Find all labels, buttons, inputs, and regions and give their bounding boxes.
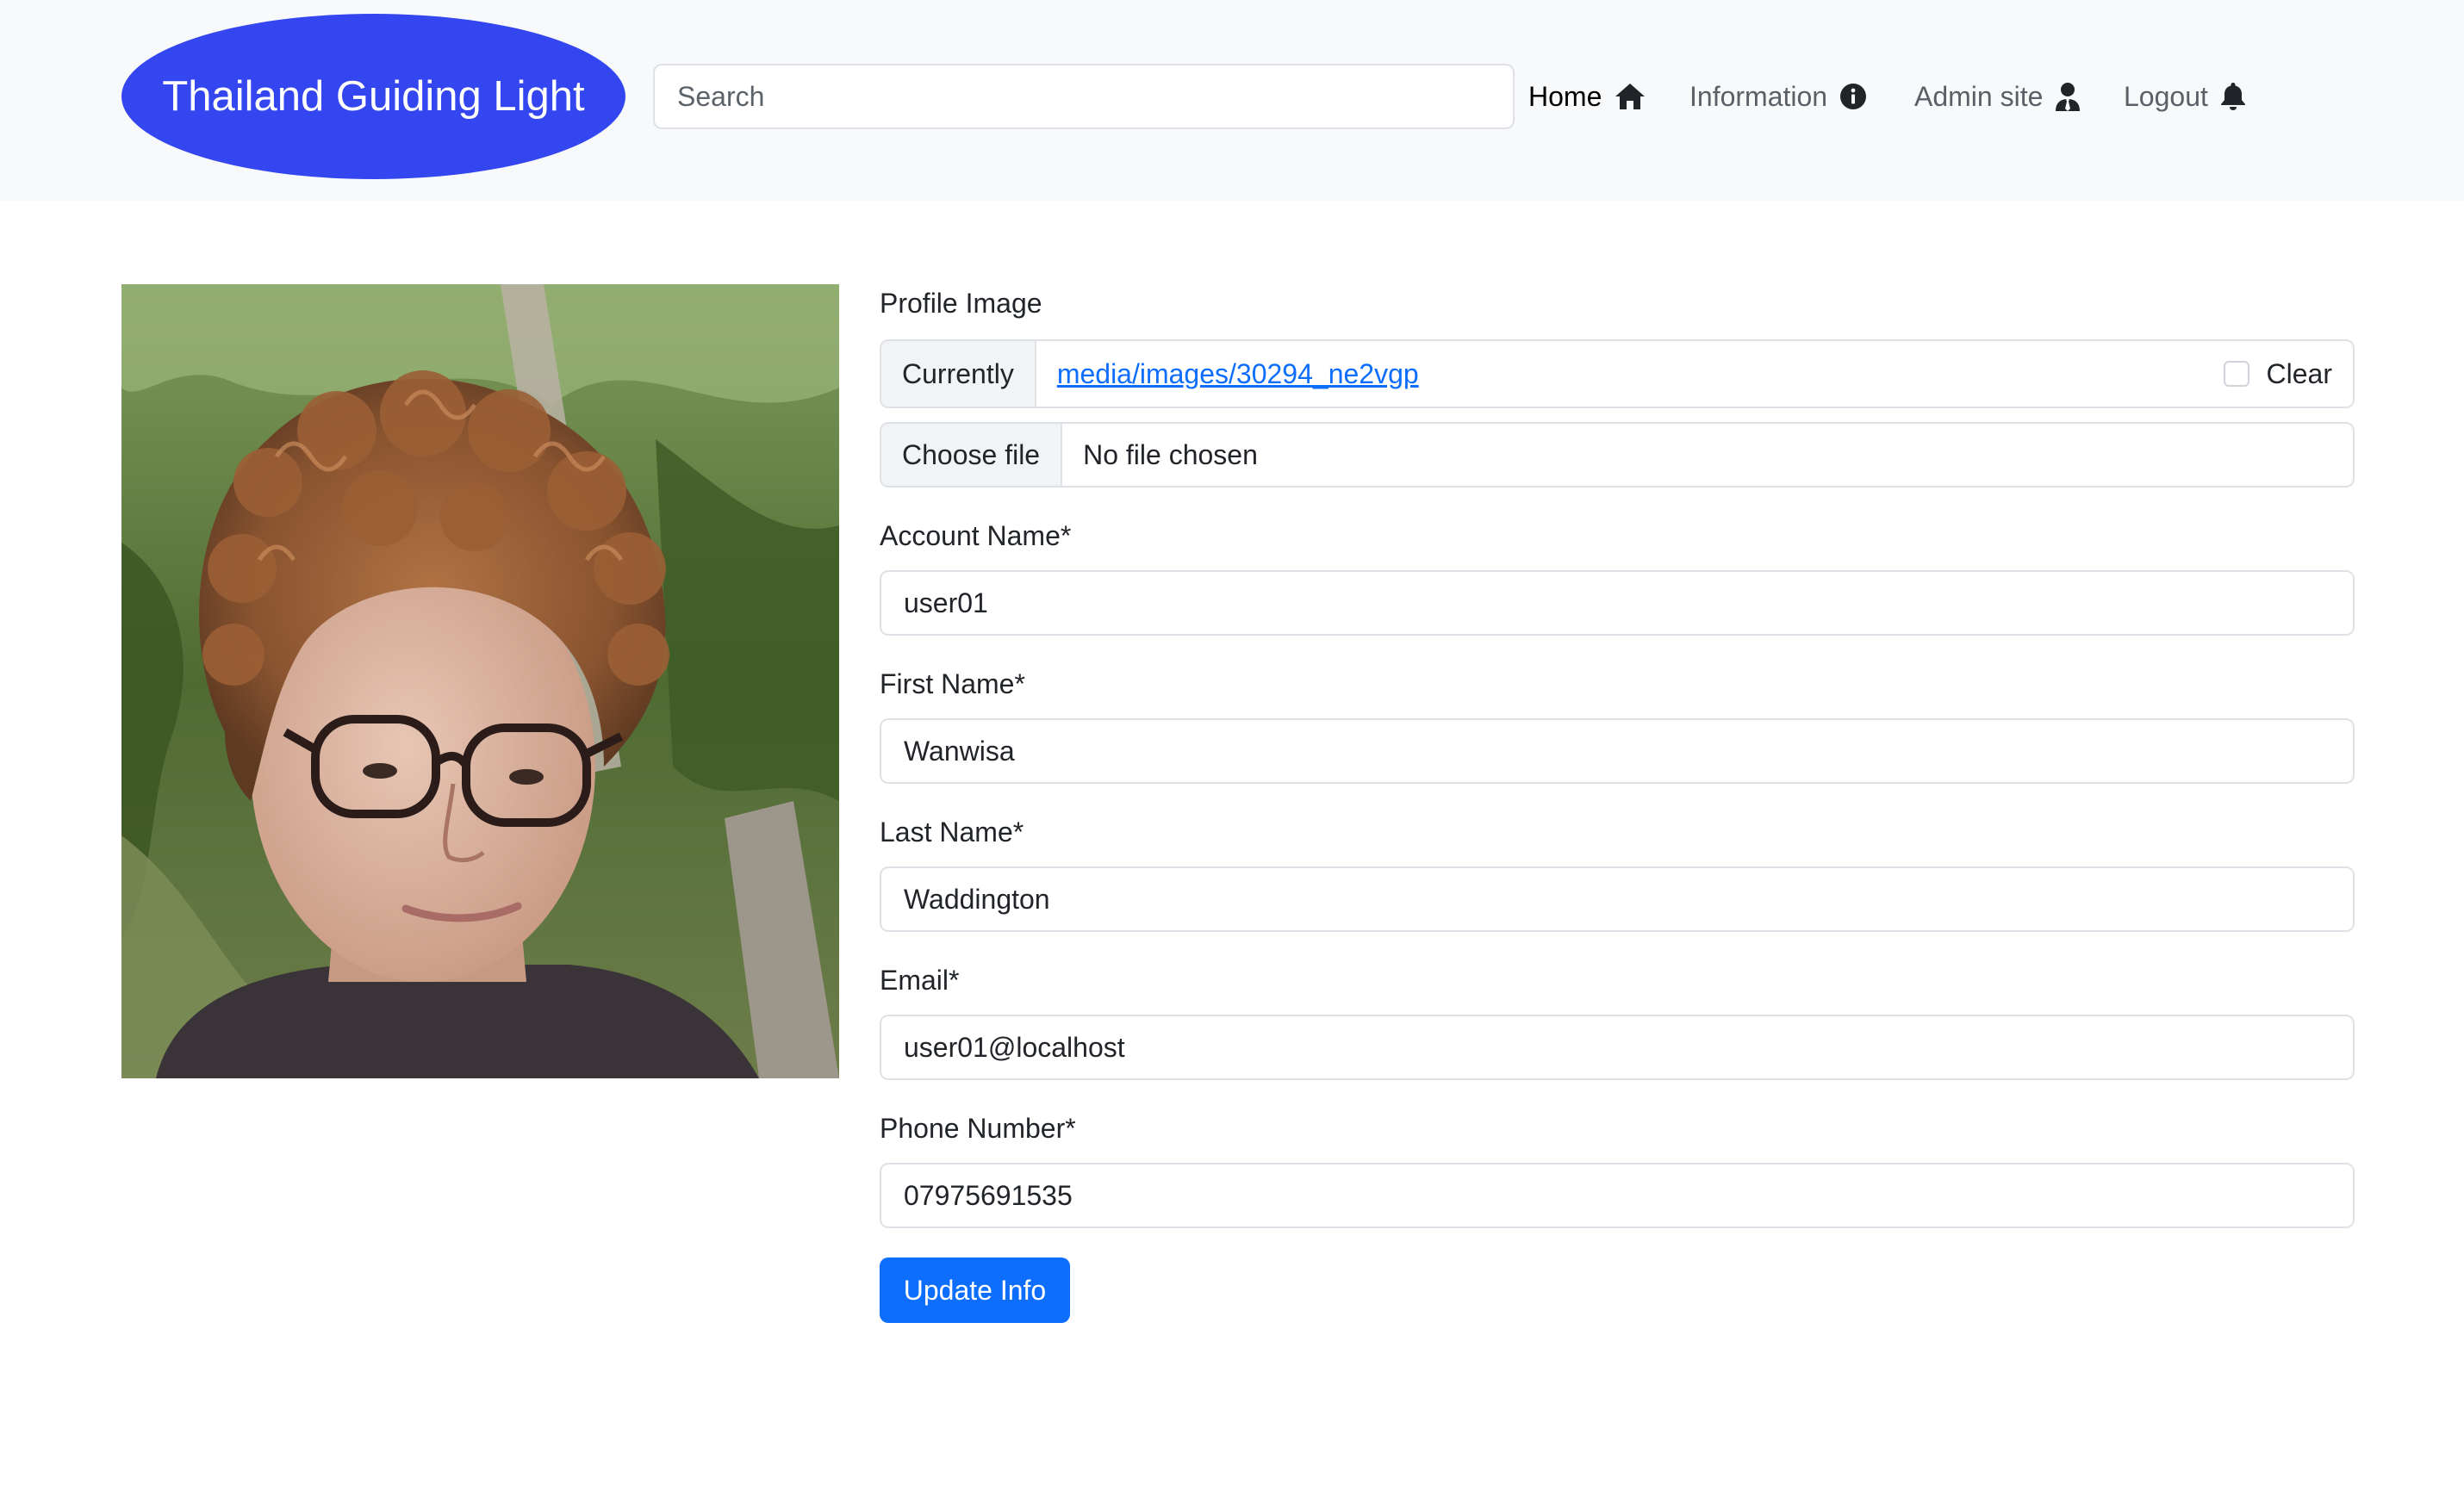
choose-file-button[interactable]: Choose file [881,424,1063,486]
profile-photo-image [121,284,839,1078]
clear-label: Clear [2266,357,2332,389]
last-name-input[interactable]: Waddington [880,866,2355,932]
profile-image-label: Profile Image [880,288,1042,319]
info-icon [1840,84,1867,109]
nav-admin-site-label: Admin site [1914,80,2044,112]
account-name-label: Account Name* [880,520,1072,551]
brand-logo-link[interactable]: Thailand Guiding Light [121,14,625,179]
update-info-button[interactable]: Update Info [880,1258,1070,1323]
nav-home-label: Home [1528,80,1602,112]
nav-logout[interactable]: Logout [2124,71,2246,122]
email-label: Email* [880,965,960,996]
clear-checkbox[interactable] [2223,361,2249,387]
nav-information[interactable]: Information [1689,71,1867,122]
phone-number-input[interactable]: 07975691535 [880,1163,2355,1228]
last-name-label: Last Name* [880,817,1024,848]
nav-information-label: Information [1689,80,1828,112]
current-image-body: media/images/30294_ne2vgp Clear [1036,341,2353,407]
bell-icon [2220,83,2245,110]
clear-image-toggle[interactable]: Clear [2223,357,2332,390]
file-chooser[interactable]: Choose file No file chosen [880,422,2355,487]
current-image-group: Currently media/images/30294_ne2vgp Clea… [880,339,2355,408]
nav-logout-label: Logout [2124,80,2208,112]
nav-home[interactable]: Home [1528,71,1646,122]
nav-admin-site[interactable]: Admin site [1914,71,2081,122]
first-name-label: First Name* [880,668,1025,699]
first-name-input[interactable]: Wanwisa [880,718,2355,784]
home-icon [1615,84,1646,109]
currently-label: Currently [881,341,1036,407]
account-name-input[interactable]: user01 [880,570,2355,636]
file-chooser-status: No file chosen [1062,424,2353,486]
phone-number-label: Phone Number* [880,1113,1076,1144]
current-image-link[interactable]: media/images/30294_ne2vgp [1057,358,1419,390]
navbar: Thailand Guiding Light Home Information … [0,0,2464,201]
search-input[interactable] [653,64,1515,129]
email-input[interactable]: user01@localhost [880,1015,2355,1080]
user-tie-icon [2056,83,2081,111]
no-file-chosen-text: No file chosen [1083,438,1258,470]
profile-photo [121,284,839,1078]
